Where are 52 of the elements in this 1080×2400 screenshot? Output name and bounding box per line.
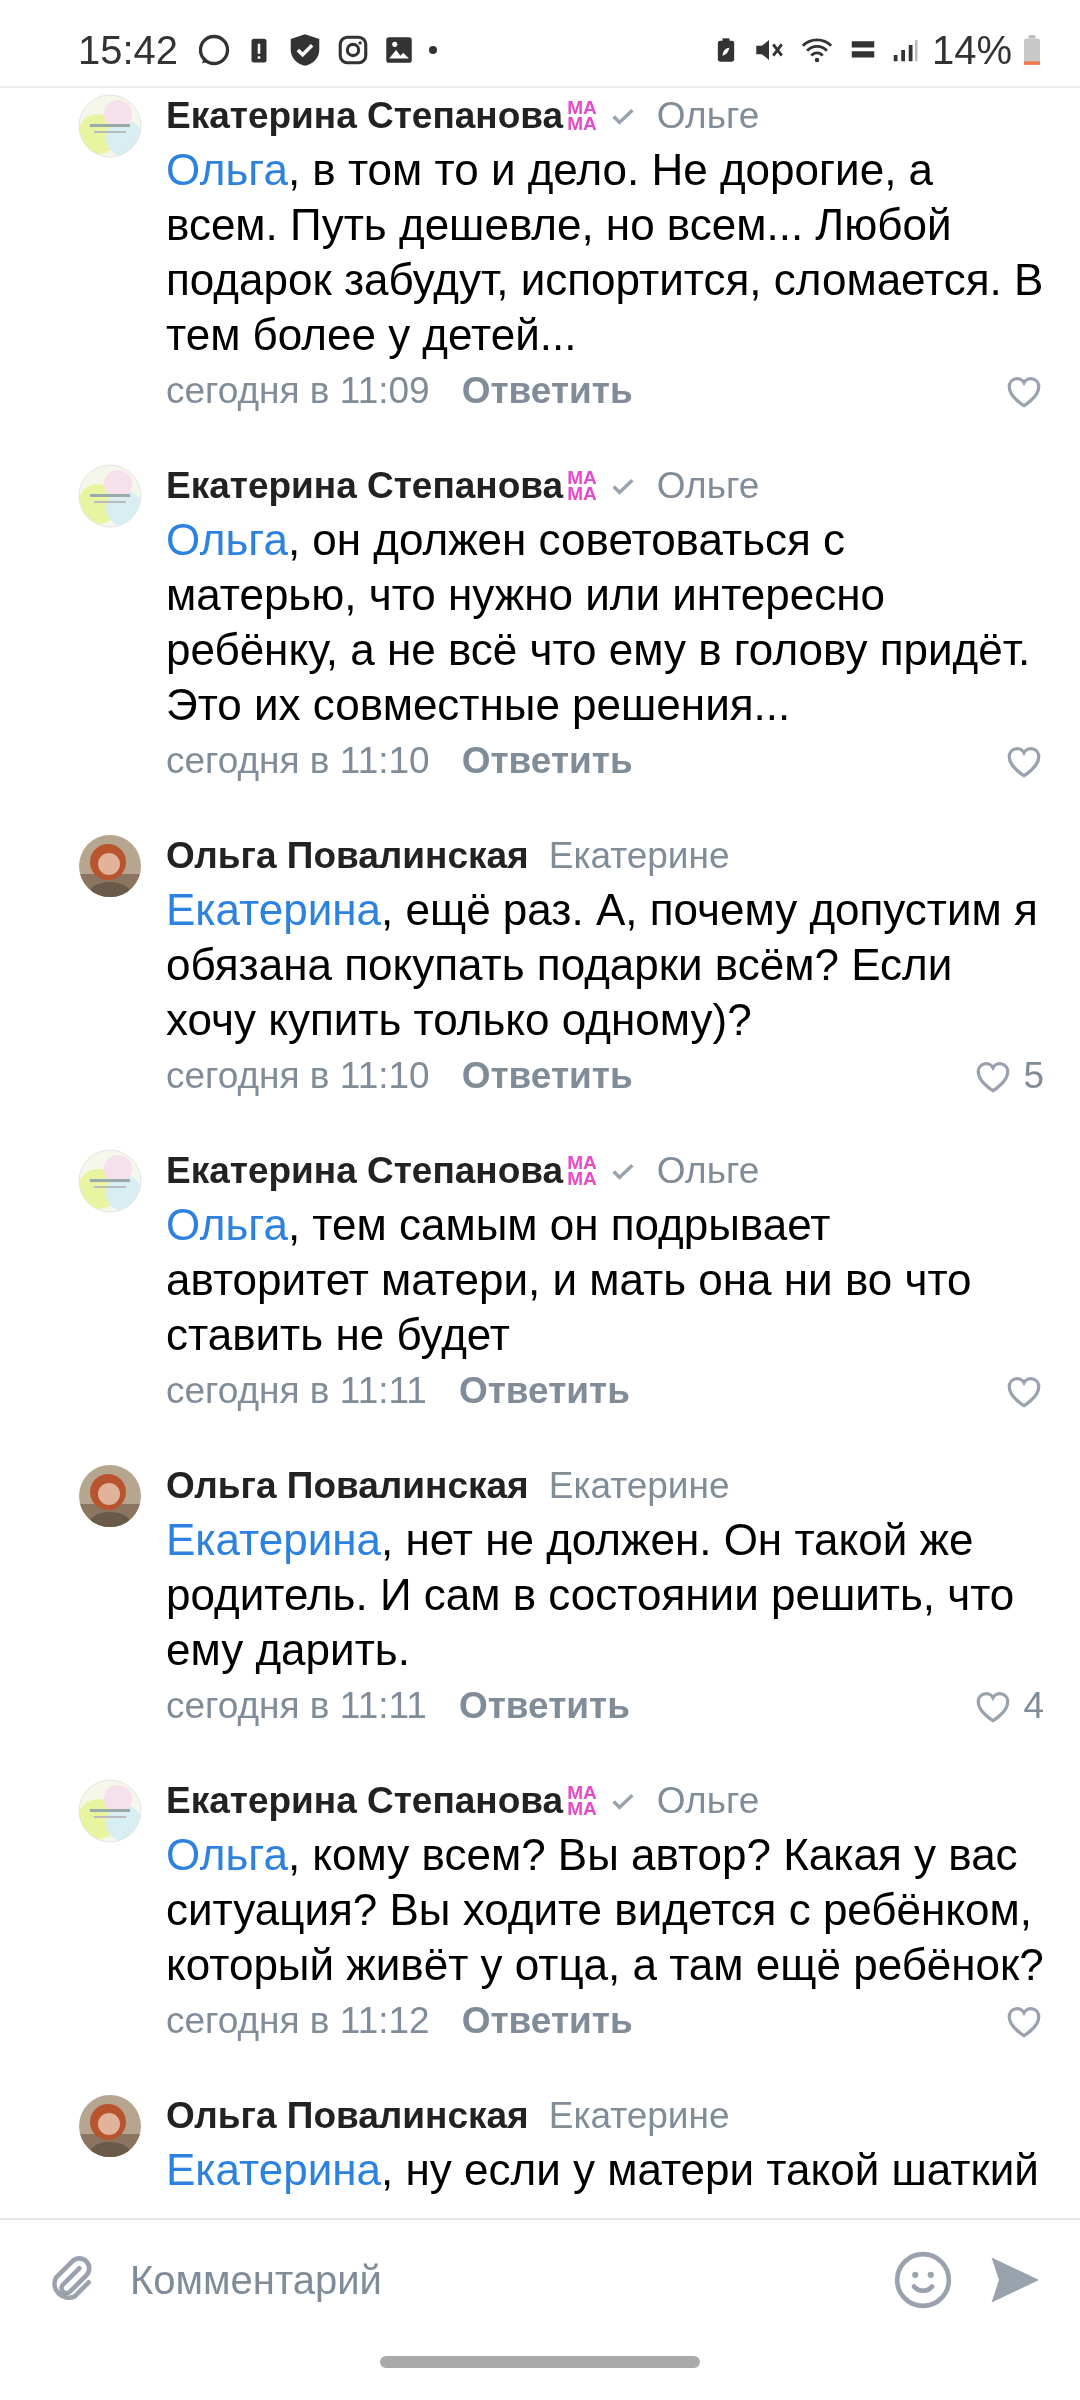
author-name[interactable]: Екатерина Степанова — [166, 465, 564, 507]
author-name[interactable]: Ольга Повалинская — [166, 835, 529, 877]
comment-date: сегодня в 11:11 — [166, 1685, 427, 1727]
reply-to-name[interactable]: Ольге — [656, 465, 760, 507]
reply-to-name[interactable]: Екатерине — [548, 1465, 730, 1507]
author-name[interactable]: Екатерина Степанова — [166, 1150, 564, 1192]
reply-button[interactable]: Ответить — [461, 2000, 633, 2042]
author-name[interactable]: Екатерина Степанова — [166, 1780, 564, 1822]
battery-level: 14% — [931, 27, 1012, 73]
reply-button[interactable]: Ответить — [461, 740, 633, 782]
mention-link[interactable]: Екатерина — [166, 2145, 381, 2194]
comment-date: сегодня в 11:10 — [166, 1055, 430, 1097]
badge-label: МА МА — [567, 99, 597, 133]
badge-label: МА МА — [567, 469, 597, 503]
mention-link[interactable]: Екатерина — [166, 885, 381, 934]
comment-text: Екатерина, ну если у матери такой шаткий — [166, 2144, 1040, 2196]
comment-text: Ольга, он должен советоваться с матерью, что нужно или интересно ребёнку, а не всё что ему в голову придёт. Это их совместные решения... — [166, 514, 1032, 731]
badge-label: МА МА — [567, 1154, 597, 1188]
author-name[interactable]: Ольга Повалинская — [166, 1465, 529, 1507]
mention-link[interactable]: Ольга — [166, 1200, 288, 1249]
mention-link[interactable]: Екатерина — [166, 1515, 381, 1564]
comment-text: Ольга, кому всем? Вы автор? Какая у вас ситуация? Вы ходите видется с ребёнком, который живёт у отца, а там ещё ребёнок? — [166, 1829, 1044, 1991]
mention-link[interactable]: Ольга — [166, 1830, 288, 1879]
mention-link[interactable]: Ольга — [166, 515, 288, 564]
dot-icon — [428, 45, 439, 55]
comment-date: сегодня в 11:10 — [166, 740, 430, 782]
comment-text: Ольга, в том то и дело. Не дорогие, а всем. Путь дешевле, но всем... Любой подарок забудут, испортится, сломается. В тем более у детей... — [166, 144, 1044, 361]
comment-input[interactable]: Комментарий — [128, 2256, 862, 2304]
reply-to-name[interactable]: Ольге — [656, 1780, 760, 1822]
like-button[interactable]: 5 — [973, 1055, 1044, 1097]
comment-text: Екатерина, ещё раз. А, почему допустим я обязана покупать подарки всём? Если хочу купить только одному)? — [166, 884, 1039, 1046]
author-name[interactable]: Екатерина Степанова — [166, 95, 564, 137]
reply-button[interactable]: Ответить — [461, 370, 633, 412]
comment-text: Екатерина, нет не должен. Он такой же родитель. И сам в состоянии решить, что ему дарить. — [166, 1514, 1016, 1676]
smiley-icon[interactable] — [892, 2249, 954, 2311]
comment-date: сегодня в 11:12 — [166, 2000, 430, 2042]
battery-icon — [1024, 34, 1040, 66]
mention-link[interactable]: Ольга — [166, 145, 288, 194]
status-time: 15:42 — [78, 27, 179, 73]
comment-date: сегодня в 11:11 — [166, 1370, 427, 1412]
reply-button[interactable]: Ответить — [461, 1055, 633, 1097]
reply-button[interactable]: Ответить — [458, 1685, 630, 1727]
badge-label: МА МА — [567, 1784, 597, 1818]
comment-text: Ольга, тем самым он подрывает авторитет матери, и мать она ни во что ставить не будет — [166, 1199, 973, 1361]
reply-to-name[interactable]: Екатерине — [548, 2095, 730, 2137]
like-button[interactable]: 4 — [973, 1685, 1044, 1727]
comment-date: сегодня в 11:09 — [166, 370, 430, 412]
reply-to-name[interactable]: Ольге — [656, 95, 760, 137]
reply-to-name[interactable]: Ольге — [656, 1150, 760, 1192]
reply-to-name[interactable]: Екатерине — [548, 835, 730, 877]
reply-button[interactable]: Ответить — [458, 1370, 630, 1412]
author-name[interactable]: Ольга Повалинская — [166, 2095, 529, 2137]
